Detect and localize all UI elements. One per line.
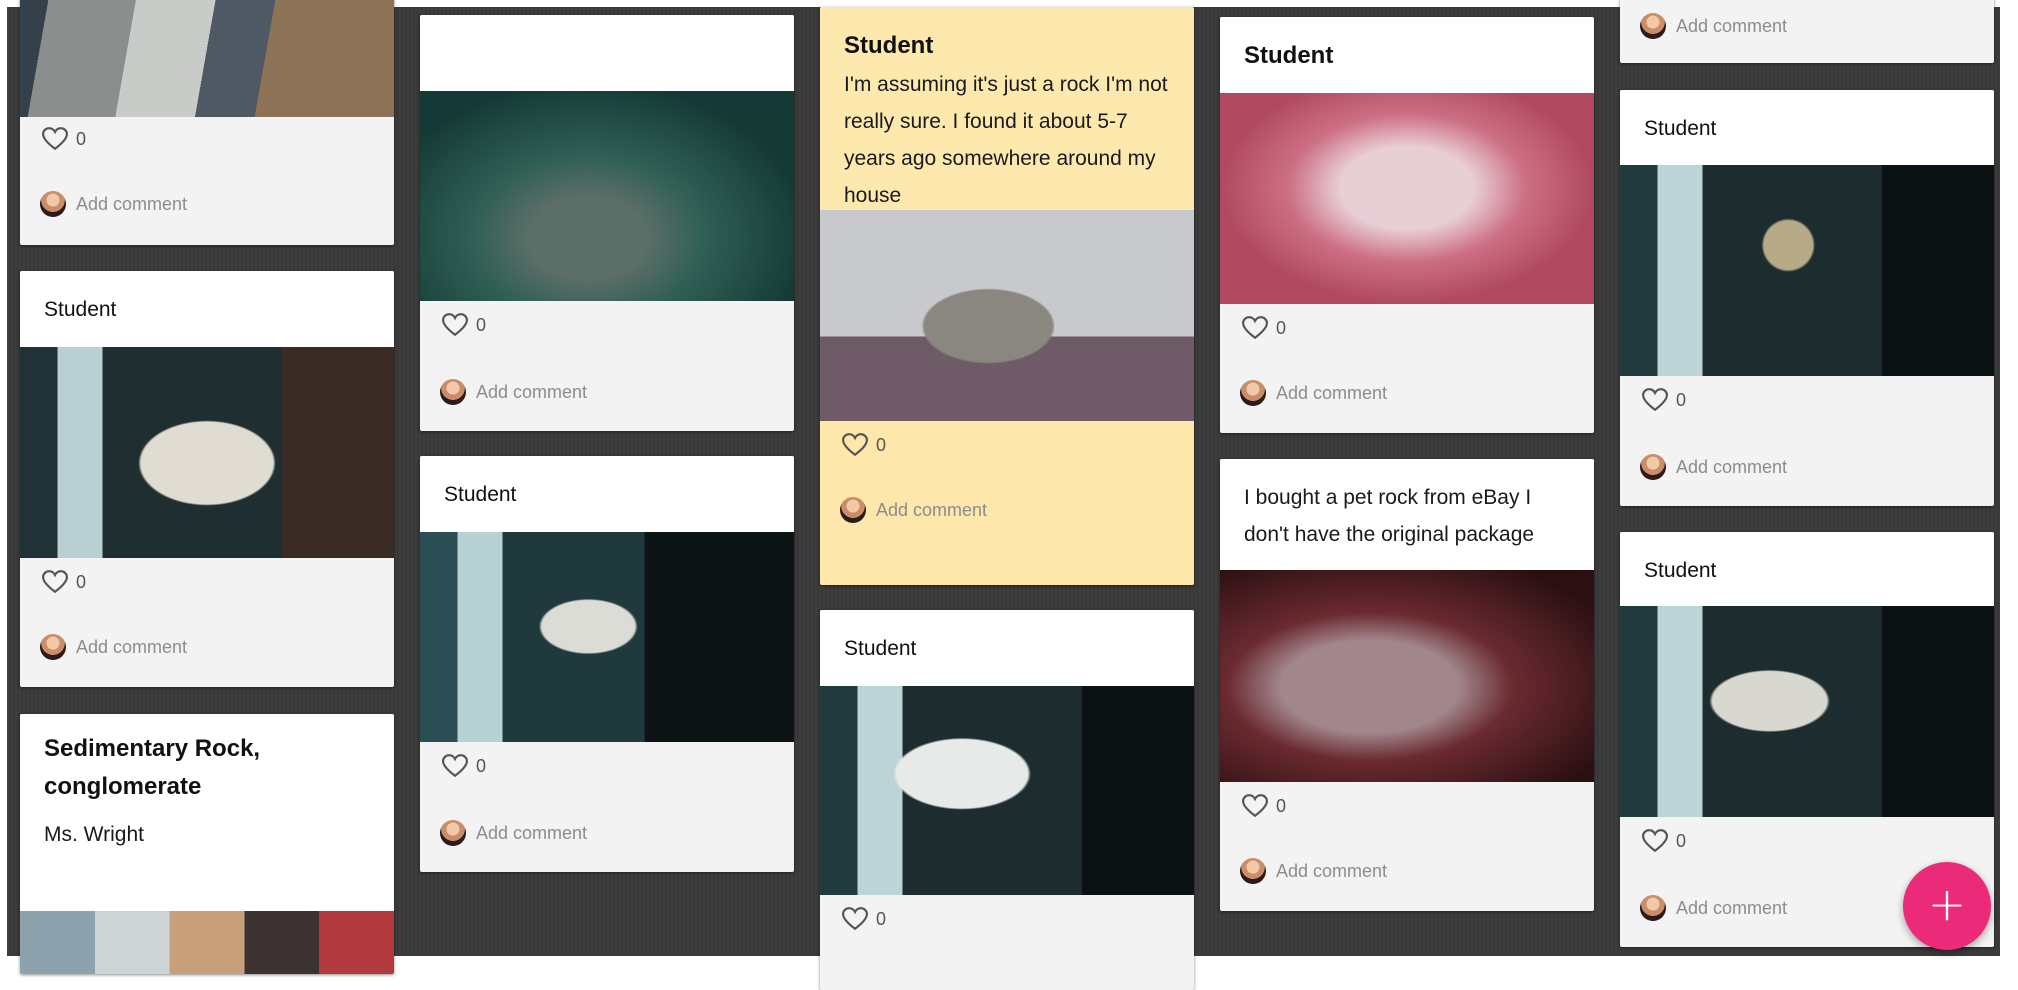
post-card[interactable]: 0 Add comment <box>20 0 394 245</box>
heart-icon <box>42 570 68 594</box>
add-comment-field[interactable]: Add comment <box>1240 380 1387 406</box>
post-image[interactable] <box>20 347 394 558</box>
post-card[interactable]: I bought a pet rock from eBay I don't ha… <box>1220 459 1594 911</box>
like-count: 0 <box>476 755 487 776</box>
heart-icon <box>442 754 468 778</box>
post-image[interactable] <box>1220 93 1594 304</box>
like-count: 0 <box>1276 795 1287 816</box>
post-image[interactable] <box>420 91 794 301</box>
post-image[interactable] <box>1620 165 1994 376</box>
post-card-highlighted[interactable]: Student I'm assuming it's just a rock I'… <box>820 7 1194 585</box>
add-comment-field[interactable]: Add comment <box>1640 13 1787 39</box>
like-count: 0 <box>1276 317 1287 338</box>
add-comment-label: Add comment <box>476 822 588 843</box>
like-button[interactable]: 0 <box>842 907 886 931</box>
like-button[interactable]: 0 <box>442 754 486 778</box>
avatar <box>1640 454 1666 480</box>
heart-icon <box>42 127 68 151</box>
avatar <box>1640 13 1666 39</box>
like-button[interactable]: 0 <box>42 127 86 151</box>
heart-icon <box>1642 388 1668 412</box>
like-count: 0 <box>76 571 87 592</box>
like-button[interactable]: 0 <box>1642 829 1686 853</box>
post-card[interactable]: Student 0 Add comment <box>1220 17 1594 433</box>
add-comment-field[interactable]: Add comment <box>40 191 187 217</box>
post-body: I bought a pet rock from eBay I don't ha… <box>1244 486 1535 546</box>
post-image[interactable] <box>1620 606 1994 817</box>
avatar <box>840 497 866 523</box>
post-image[interactable] <box>20 911 394 974</box>
post-card[interactable]: Student 0 <box>820 610 1194 990</box>
like-count: 0 <box>1676 830 1687 851</box>
like-button[interactable]: 0 <box>42 570 86 594</box>
post-author: Student <box>1644 559 1717 582</box>
post-card[interactable]: Student 0 Add comment <box>420 456 794 872</box>
post-card[interactable]: Add comment <box>1620 0 1994 63</box>
add-post-button[interactable]: + <box>1903 862 1991 950</box>
post-card[interactable]: Student 0 Add comment <box>20 271 394 687</box>
add-comment-label: Add comment <box>1676 15 1788 36</box>
heart-icon <box>442 313 468 337</box>
avatar <box>440 379 466 405</box>
post-author: Student <box>444 483 517 506</box>
avatar <box>440 820 466 846</box>
like-button[interactable]: 0 <box>842 433 886 457</box>
avatar <box>40 191 66 217</box>
heart-icon <box>1242 316 1268 340</box>
add-comment-label: Add comment <box>476 381 588 402</box>
post-image[interactable] <box>820 686 1194 895</box>
post-image[interactable] <box>820 210 1194 421</box>
avatar <box>1240 858 1266 884</box>
add-comment-field[interactable]: Add comment <box>40 634 187 660</box>
add-comment-label: Add comment <box>1676 897 1788 918</box>
post-author: Ms. Wright <box>44 823 144 846</box>
add-comment-label: Add comment <box>1676 456 1788 477</box>
plus-icon: + <box>1927 877 1967 931</box>
add-comment-field[interactable]: Add comment <box>440 379 587 405</box>
post-card[interactable]: Student 0 Add comment <box>1620 90 1994 506</box>
post-author: Student <box>844 637 917 660</box>
post-author: Student <box>44 298 117 321</box>
add-comment-field[interactable]: Add comment <box>1640 895 1787 921</box>
like-count: 0 <box>876 434 887 455</box>
add-comment-label: Add comment <box>876 499 988 520</box>
like-button[interactable]: 0 <box>1242 794 1286 818</box>
add-comment-label: Add comment <box>76 636 188 657</box>
like-count: 0 <box>476 314 487 335</box>
post-author: Student <box>1644 117 1717 140</box>
like-button[interactable]: 0 <box>1642 388 1686 412</box>
post-card[interactable]: 0 Add comment <box>420 15 794 431</box>
post-body: I'm assuming it's just a rock I'm not re… <box>844 73 1168 207</box>
add-comment-field[interactable]: Add comment <box>440 820 587 846</box>
like-button[interactable]: 0 <box>1242 316 1286 340</box>
like-count: 0 <box>1676 389 1687 410</box>
like-count: 0 <box>876 908 887 929</box>
add-comment-field[interactable]: Add comment <box>1640 454 1787 480</box>
post-author: Student <box>1244 42 1334 69</box>
post-title: Sedimentary Rock, conglomerate <box>44 735 261 800</box>
avatar <box>1240 380 1266 406</box>
post-image[interactable] <box>420 532 794 742</box>
add-comment-label: Add comment <box>1276 382 1388 403</box>
avatar <box>1640 895 1666 921</box>
like-button[interactable]: 0 <box>442 313 486 337</box>
heart-icon <box>1642 829 1668 853</box>
post-image[interactable] <box>20 0 394 117</box>
heart-icon <box>842 907 868 931</box>
avatar <box>40 634 66 660</box>
add-comment-field[interactable]: Add comment <box>1240 858 1387 884</box>
add-comment-label: Add comment <box>1276 860 1388 881</box>
post-card[interactable]: Sedimentary Rock, conglomerate Ms. Wrigh… <box>20 714 394 974</box>
post-author: Student <box>844 32 934 59</box>
like-count: 0 <box>76 128 87 149</box>
heart-icon <box>842 433 868 457</box>
add-comment-field[interactable]: Add comment <box>840 497 987 523</box>
heart-icon <box>1242 794 1268 818</box>
post-image[interactable] <box>1220 570 1594 782</box>
add-comment-label: Add comment <box>76 193 188 214</box>
